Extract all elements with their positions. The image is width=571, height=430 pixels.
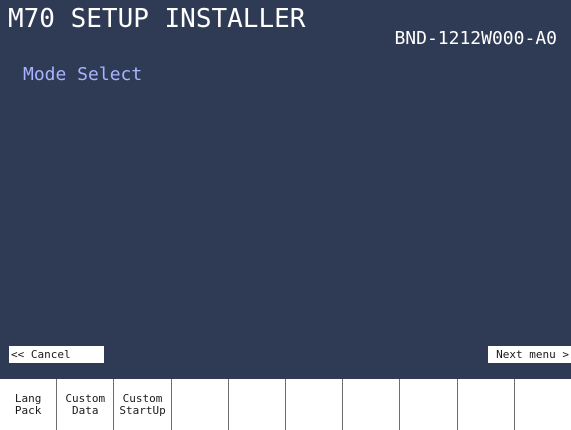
- softkey-label-line2: StartUp: [119, 403, 166, 417]
- softkey-9[interactable]: [458, 379, 515, 430]
- softkey-7[interactable]: [343, 379, 401, 430]
- softkey-4[interactable]: [172, 379, 229, 430]
- app-title: M70 SETUP INSTALLER: [8, 4, 306, 34]
- installer-screen: M70 SETUP INSTALLER BND-1212W000-A0 Mode…: [0, 0, 571, 430]
- next-menu-button[interactable]: Next menu >: [488, 346, 571, 363]
- softkey-6[interactable]: [286, 379, 344, 430]
- softkey-custom-data[interactable]: Custom Data: [57, 379, 115, 430]
- softkey-bar: Lang Pack Custom Data Custom StartUp: [0, 379, 571, 430]
- softkey-label-line1: Custom: [65, 391, 106, 405]
- softkey-lang-pack[interactable]: Lang Pack: [0, 379, 58, 430]
- mode-select-title: Mode Select: [23, 64, 143, 85]
- cancel-button[interactable]: << Cancel: [9, 346, 104, 363]
- softkey-label-line2: Pack: [14, 403, 42, 417]
- softkey-label-line2: Data: [72, 403, 99, 417]
- softkey-10[interactable]: [515, 379, 571, 430]
- softkey-5[interactable]: [229, 379, 287, 430]
- version-label: BND-1212W000-A0: [394, 28, 557, 49]
- softkey-label-line1: Custom: [122, 391, 163, 405]
- softkey-label-line1: Lang: [14, 391, 42, 405]
- softkey-8[interactable]: [400, 379, 458, 430]
- softkey-custom-startup[interactable]: Custom StartUp: [114, 379, 172, 430]
